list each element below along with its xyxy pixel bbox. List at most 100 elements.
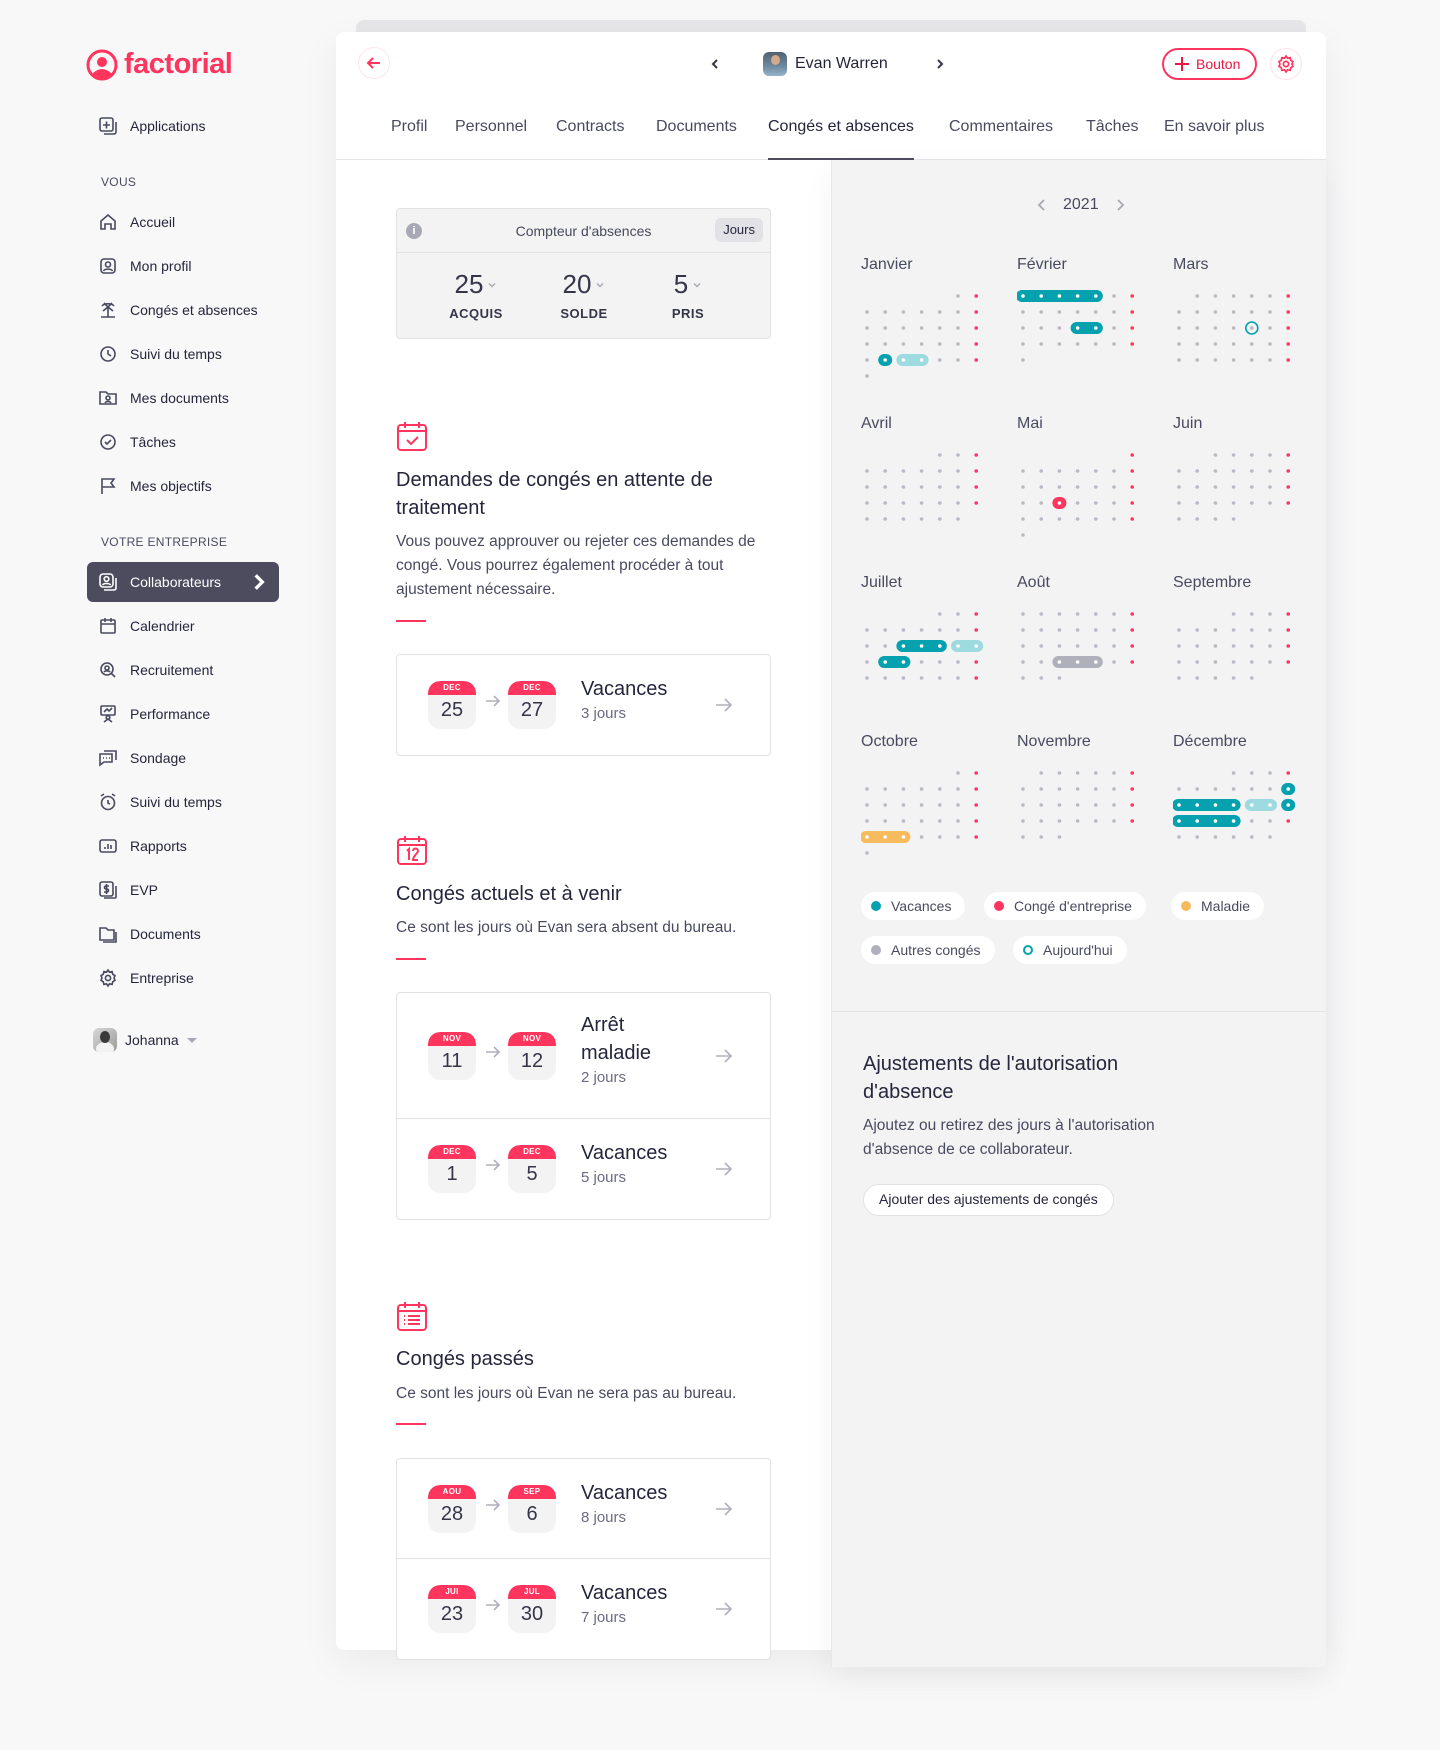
day-dot[interactable] (883, 310, 887, 314)
legend-vacances[interactable]: Vacances (861, 892, 966, 920)
sidebar-item-mon-profil[interactable]: Mon profil (87, 246, 279, 286)
day-dot[interactable] (1039, 310, 1043, 314)
day-dot[interactable] (974, 803, 978, 807)
day-dot[interactable] (1213, 803, 1218, 807)
day-dot[interactable] (1231, 819, 1236, 823)
day-dot[interactable] (1039, 612, 1043, 616)
day-dot[interactable] (1057, 326, 1062, 330)
day-dot[interactable] (1286, 819, 1290, 823)
day-dot[interactable] (956, 612, 960, 616)
day-dot[interactable] (1112, 660, 1116, 664)
day-dot[interactable] (1286, 803, 1290, 807)
day-dot[interactable] (938, 501, 942, 505)
day-dot[interactable] (919, 342, 924, 346)
day-dot[interactable] (1130, 453, 1134, 457)
day-dot[interactable] (1075, 326, 1080, 330)
day-dot[interactable] (901, 676, 906, 680)
day-dot[interactable] (1250, 835, 1254, 839)
leave-row[interactable]: DEC 25 DEC 27 Vacances 3 jours (397, 655, 770, 755)
day-dot[interactable] (1213, 358, 1218, 362)
day-dot[interactable] (1195, 342, 1199, 346)
day-dot[interactable] (1231, 771, 1236, 775)
leave-range-vacation[interactable] (1173, 799, 1241, 811)
day-dot[interactable] (938, 453, 942, 457)
day-dot[interactable] (1268, 787, 1272, 791)
day-dot[interactable] (1286, 644, 1290, 648)
day-dot[interactable] (1130, 628, 1134, 632)
day-dot[interactable] (974, 485, 978, 489)
stat-acquis[interactable]: 25 ACQUIS (431, 269, 521, 321)
day-dot[interactable] (1268, 644, 1272, 648)
day-dot[interactable] (901, 358, 906, 362)
back-button[interactable] (358, 47, 390, 79)
day-dot[interactable] (1039, 517, 1043, 521)
day-dot[interactable] (1057, 485, 1062, 489)
day-dot[interactable] (901, 787, 906, 791)
day-dot[interactable] (919, 803, 924, 807)
day-dot[interactable] (1075, 294, 1080, 298)
day-dot[interactable] (1231, 835, 1236, 839)
day-dot[interactable] (1021, 485, 1025, 489)
day-dot[interactable] (938, 803, 942, 807)
day-dot[interactable] (1231, 453, 1236, 457)
action-button[interactable]: Bouton (1162, 48, 1258, 80)
day-dot[interactable] (1021, 358, 1025, 362)
day-dot[interactable] (1213, 310, 1218, 314)
day-dot[interactable] (1250, 294, 1254, 298)
sidebar-item-documents[interactable]: Documents (87, 914, 279, 954)
day-dot[interactable] (1268, 326, 1272, 330)
day-dot[interactable] (1195, 628, 1199, 632)
sidebar-item-collaborateurs[interactable]: Collaborateurs (87, 562, 279, 602)
day-dot[interactable] (883, 469, 887, 473)
day-dot[interactable] (974, 326, 978, 330)
day-dot[interactable] (1231, 787, 1236, 791)
sidebar-item-sondage[interactable]: Sondage (87, 738, 279, 778)
day-dot[interactable] (1286, 485, 1290, 489)
day-dot[interactable] (1213, 342, 1218, 346)
day-dot[interactable] (1039, 676, 1043, 680)
day-dot[interactable] (1268, 453, 1272, 457)
day-dot[interactable] (1112, 501, 1116, 505)
day-dot[interactable] (1250, 485, 1254, 489)
day-dot[interactable] (956, 771, 960, 775)
day-dot[interactable] (974, 676, 978, 680)
day-dot[interactable] (1112, 803, 1116, 807)
day-dot[interactable] (1021, 326, 1025, 330)
day-dot[interactable] (1057, 835, 1062, 839)
day-dot[interactable] (1177, 469, 1181, 473)
day-dot[interactable] (1021, 342, 1025, 346)
day-dot[interactable] (1195, 660, 1199, 664)
day-dot[interactable] (919, 628, 924, 632)
sidebar-item-entreprise[interactable]: Entreprise (87, 958, 279, 998)
day-dot[interactable] (1039, 294, 1043, 298)
day-dot[interactable] (974, 628, 978, 632)
day-dot[interactable] (974, 342, 978, 346)
day-dot[interactable] (1021, 501, 1025, 505)
day-dot[interactable] (1177, 485, 1181, 489)
day-dot[interactable] (1021, 787, 1025, 791)
day-dot[interactable] (1195, 644, 1199, 648)
day-dot[interactable] (1057, 644, 1062, 648)
day-dot[interactable] (956, 342, 960, 346)
day-dot[interactable] (1286, 660, 1290, 664)
day-dot[interactable] (1268, 771, 1272, 775)
day-dot[interactable] (1231, 501, 1236, 505)
day-dot[interactable] (956, 469, 960, 473)
day-dot[interactable] (1130, 342, 1134, 346)
previous-employee-button[interactable] (705, 54, 725, 74)
day-dot[interactable] (1112, 612, 1116, 616)
day-dot[interactable] (1112, 342, 1116, 346)
day-dot[interactable] (938, 676, 942, 680)
day-dot[interactable] (956, 835, 960, 839)
day-dot[interactable] (883, 787, 887, 791)
day-dot[interactable] (865, 819, 869, 823)
day-dot[interactable] (919, 501, 924, 505)
day-dot[interactable] (938, 660, 942, 664)
day-dot[interactable] (956, 485, 960, 489)
day-dot[interactable] (1057, 819, 1062, 823)
day-dot[interactable] (1213, 501, 1218, 505)
day-dot[interactable] (1075, 310, 1080, 314)
day-dot[interactable] (883, 835, 887, 839)
factorial-logo[interactable]: factorial (86, 48, 233, 81)
day-dot[interactable] (1021, 294, 1025, 298)
